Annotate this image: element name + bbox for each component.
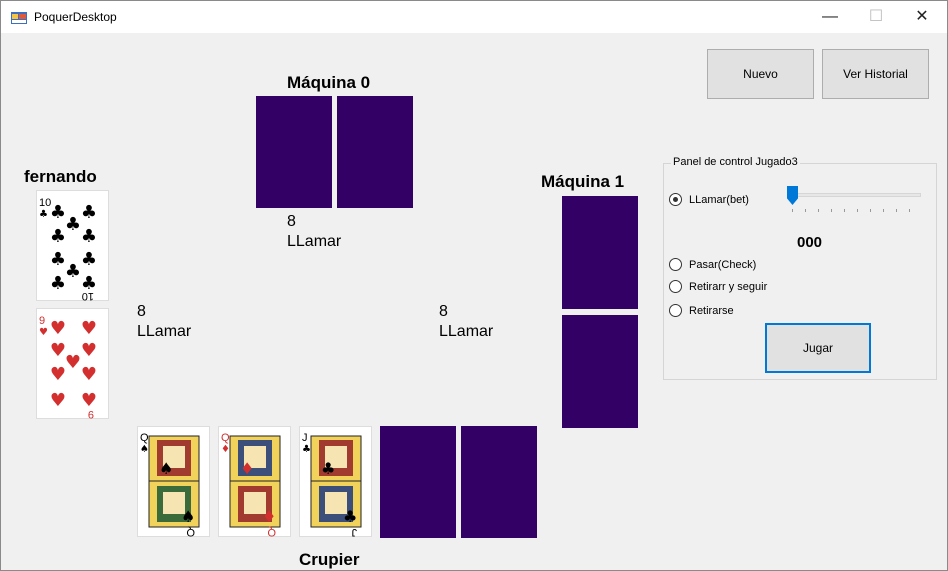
radio-call[interactable] bbox=[669, 193, 682, 206]
machine1-card-2 bbox=[562, 315, 638, 428]
radio-fold-continue[interactable] bbox=[669, 280, 682, 293]
app-icon bbox=[11, 12, 27, 24]
svg-text:9: 9 bbox=[39, 315, 45, 327]
community-card-back-2 bbox=[461, 426, 537, 538]
svg-text:♣: ♣ bbox=[50, 226, 66, 247]
player-card-nine-of-hearts: 9 ♥ ♥ ♥ ♥ ♥ ♥ ♥ ♥ ♥ ♥ 9 bbox=[36, 308, 109, 419]
svg-text:J: J bbox=[352, 526, 358, 537]
history-button[interactable]: Ver Historial bbox=[822, 49, 929, 99]
slider-tick bbox=[883, 209, 884, 212]
svg-text:♠: ♠ bbox=[140, 444, 149, 455]
svg-text:♦: ♦ bbox=[240, 459, 254, 478]
slider-tick bbox=[805, 209, 806, 212]
player-bet: 8 bbox=[137, 303, 146, 320]
machine1-action: LLamar bbox=[439, 323, 494, 340]
radio-fold[interactable] bbox=[669, 304, 682, 317]
machine0-action: LLamar bbox=[287, 233, 342, 250]
app-window: PoquerDesktop — ☐ ✕ Nuevo Ver Historial … bbox=[0, 0, 948, 571]
control-panel-title: Panel de control Jugado3 bbox=[671, 156, 800, 168]
slider-tick bbox=[870, 209, 871, 212]
option-fold[interactable]: Retirarse bbox=[669, 304, 734, 317]
option-check[interactable]: Pasar(Check) bbox=[669, 258, 756, 271]
svg-text:♣: ♣ bbox=[50, 273, 66, 294]
svg-text:♣: ♣ bbox=[81, 202, 97, 223]
machine0-card-2 bbox=[337, 96, 413, 208]
svg-text:♥: ♥ bbox=[65, 352, 81, 373]
option-fold-continue[interactable]: Retirarr y seguir bbox=[669, 280, 767, 293]
slider-tick bbox=[831, 209, 832, 212]
slider-tick bbox=[896, 209, 897, 212]
player-name: fernando bbox=[24, 167, 97, 186]
svg-text:♥: ♥ bbox=[50, 340, 66, 361]
title-bar: PoquerDesktop — ☐ ✕ bbox=[1, 1, 947, 33]
svg-text:♣: ♣ bbox=[343, 507, 357, 526]
svg-text:Q: Q bbox=[221, 432, 230, 444]
svg-text:♣: ♣ bbox=[81, 226, 97, 247]
maximize-button[interactable]: ☐ bbox=[853, 1, 899, 33]
bet-amount: 000 bbox=[797, 234, 823, 251]
machine1-card-1 bbox=[562, 196, 638, 309]
bet-slider-track[interactable] bbox=[791, 193, 921, 197]
svg-text:♣: ♣ bbox=[65, 261, 81, 282]
radio-check[interactable] bbox=[669, 258, 682, 271]
slider-tick bbox=[909, 209, 910, 212]
machine0-card-1 bbox=[256, 96, 332, 208]
slider-tick bbox=[792, 209, 793, 212]
dealer-name: Crupier bbox=[299, 550, 360, 569]
slider-tick bbox=[857, 209, 858, 212]
svg-text:♣: ♣ bbox=[50, 202, 66, 223]
svg-text:♥: ♥ bbox=[50, 390, 66, 411]
svg-text:♣: ♣ bbox=[81, 249, 97, 270]
svg-text:♥: ♥ bbox=[81, 318, 97, 339]
option-fold-label: Retirarse bbox=[689, 304, 734, 317]
svg-text:Q: Q bbox=[267, 526, 276, 537]
new-game-button[interactable]: Nuevo bbox=[707, 49, 814, 99]
svg-text:♠: ♠ bbox=[181, 507, 195, 526]
community-card-queen-of-diamonds: Q ♦ ♦ ♦ Q bbox=[218, 426, 291, 537]
svg-text:♦: ♦ bbox=[262, 507, 276, 526]
svg-text:9: 9 bbox=[88, 408, 94, 419]
slider-tick bbox=[818, 209, 819, 212]
community-card-jack-of-clubs: J ♣ ♣ ♣ J bbox=[299, 426, 372, 537]
svg-text:♥: ♥ bbox=[39, 327, 48, 338]
slider-tick bbox=[844, 209, 845, 212]
machine1-bet: 8 bbox=[439, 303, 448, 320]
svg-text:♣: ♣ bbox=[39, 209, 48, 220]
svg-text:♣: ♣ bbox=[50, 249, 66, 270]
community-card-queen-of-spades: Q ♠ ♠ ♠ Q bbox=[137, 426, 210, 537]
svg-text:♣: ♣ bbox=[65, 214, 81, 235]
svg-text:♣: ♣ bbox=[321, 459, 335, 478]
close-button[interactable]: ✕ bbox=[899, 1, 945, 33]
window-title: PoquerDesktop bbox=[34, 10, 117, 24]
svg-text:Q: Q bbox=[140, 432, 149, 444]
machine0-bet: 8 bbox=[287, 213, 296, 230]
svg-text:♥: ♥ bbox=[81, 390, 97, 411]
player-card-ten-of-clubs: 10 ♣ ♣ ♣ ♣ ♣ ♣ ♣ ♣ ♣ ♣ ♣ 10 bbox=[36, 190, 109, 301]
machine1-name: Máquina 1 bbox=[541, 172, 625, 191]
svg-text:♥: ♥ bbox=[81, 340, 97, 361]
svg-text:♥: ♥ bbox=[50, 364, 66, 385]
option-check-label: Pasar(Check) bbox=[689, 258, 757, 271]
option-call-label: LLamar(bet) bbox=[689, 193, 749, 206]
svg-text:♦: ♦ bbox=[221, 444, 230, 455]
svg-text:10: 10 bbox=[82, 290, 94, 301]
svg-text:♣: ♣ bbox=[302, 444, 311, 455]
svg-text:J: J bbox=[302, 432, 308, 444]
svg-text:♠: ♠ bbox=[159, 459, 173, 478]
option-call[interactable]: LLamar(bet) bbox=[669, 193, 749, 206]
player-action: LLamar bbox=[137, 323, 192, 340]
community-card-back-1 bbox=[380, 426, 456, 538]
svg-text:♥: ♥ bbox=[81, 364, 97, 385]
machine0-name: Máquina 0 bbox=[287, 73, 371, 92]
option-fold-continue-label: Retirarr y seguir bbox=[689, 280, 768, 293]
svg-text:♥: ♥ bbox=[50, 318, 66, 339]
svg-text:Q: Q bbox=[186, 526, 195, 537]
play-button[interactable]: Jugar bbox=[765, 323, 871, 373]
minimize-button[interactable]: — bbox=[807, 1, 853, 33]
